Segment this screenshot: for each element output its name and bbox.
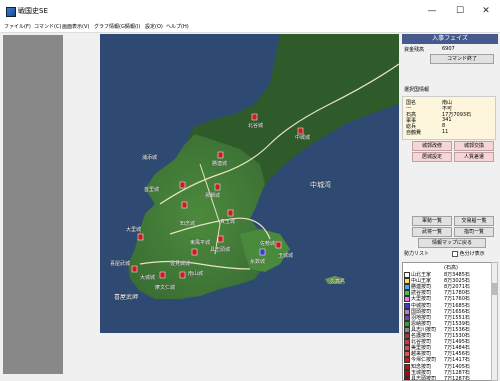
- faction-name: 具志頭按司: [411, 375, 437, 381]
- town-label[interactable]: 真玉城: [220, 218, 235, 225]
- town-label[interactable]: 佐敷城: [260, 240, 275, 247]
- town-label[interactable]: 勝連城: [212, 160, 227, 167]
- back-to-map-button[interactable]: 情報マップに戻る: [418, 238, 486, 248]
- info-header: 選択国情報: [404, 87, 430, 93]
- color-toggle[interactable]: 色分け表示: [452, 250, 485, 257]
- color-toggle-checkbox[interactable]: [452, 250, 458, 257]
- town-label[interactable]: 東風平城: [190, 239, 210, 246]
- map-terrain: [128, 34, 399, 299]
- menu-graph[interactable]: グラフ情報(G): [94, 23, 127, 30]
- set-residence-button[interactable]: 居城設定: [412, 152, 452, 162]
- sea-label: 中城湾: [310, 181, 331, 189]
- selected-country-info: 国名 南山 --- 不可 石高 17万7093石 軍事 341 総兵 8 自鶴費 11: [402, 96, 496, 140]
- list-title: 勢力リスト: [404, 251, 430, 257]
- minimize-button[interactable]: —: [420, 4, 444, 18]
- end-command-button[interactable]: コマンド終了: [430, 54, 494, 64]
- faction-row[interactable]: 山北王家 8万3485石: [404, 271, 489, 278]
- faction-row[interactable]: 中城按司 7万1685石: [404, 302, 489, 309]
- faction-row[interactable]: 今帰仁按司 7万1417石: [404, 356, 489, 364]
- faction-row[interactable]: 大里按司 7万1760石: [404, 295, 489, 303]
- menu-help[interactable]: ヘルプ(H): [166, 23, 189, 30]
- faction-list[interactable]: (石高) 山北王家 8万3485石 中山王家 8万3025石 勝連按司 8万2071石 読谷…: [402, 262, 492, 381]
- menu-settings[interactable]: 設定(O): [145, 23, 163, 30]
- faction-row[interactable]: 中山王家 8万3025石: [404, 277, 489, 285]
- scroll-thumb[interactable]: [492, 283, 497, 295]
- map-view[interactable]: 北谷城 中城城 勝連城 浦添城 首里城 那覇城 真玉城 大里城 知念城 東風平城…: [100, 34, 399, 333]
- castle-exchange-button[interactable]: 城郭交換: [454, 141, 494, 151]
- faction-row[interactable]: 勝連按司 8万2071石: [404, 283, 489, 291]
- town-label[interactable]: 喜屋武城: [110, 260, 130, 267]
- town-label[interactable]: 首里城: [144, 186, 159, 193]
- faction-value: 7万1287石: [444, 375, 470, 381]
- faction-row[interactable]: 北谷按司 7万1495石: [404, 338, 489, 346]
- general-list-button[interactable]: 武将一覧: [412, 227, 452, 237]
- castle-repair-button[interactable]: 城郭改修: [412, 141, 452, 151]
- faction-row[interactable]: 国頭按司 7万1656石: [404, 308, 489, 315]
- app-icon: [6, 7, 16, 17]
- island-label: 久高島: [330, 279, 346, 285]
- town-label[interactable]: 糸数城: [250, 258, 265, 265]
- faction-row[interactable]: 越来按司 7万1456石: [404, 350, 489, 358]
- town-label[interactable]: 玉城城: [278, 252, 293, 259]
- menu-file[interactable]: ファイル(F): [4, 23, 31, 30]
- menu-bar: ファイル(F) コマンド(C) 画面表示(V) グラフ情報(G) 情報(I) 設…: [0, 22, 500, 33]
- phase-title: 入事フェイズ: [402, 34, 498, 44]
- town-label[interactable]: 豊見城城: [170, 260, 190, 267]
- send-hostage-button[interactable]: 人質差遣: [454, 152, 494, 162]
- side-panel: 入事フェイズ 資金残高 6907 コマンド終了 選択国情報 国名 南山 --- 不可…: [402, 34, 498, 381]
- left-panel: [3, 35, 63, 374]
- town-label[interactable]: 具志頭城: [210, 246, 230, 253]
- funds-label: 資金残高: [404, 47, 425, 53]
- town-label[interactable]: 浦添城: [142, 154, 157, 161]
- commander-list-button[interactable]: 指司一覧: [454, 227, 494, 237]
- faction-list-scrollbar[interactable]: [491, 262, 498, 381]
- town-label[interactable]: 北谷城: [248, 122, 263, 129]
- funds-value: 6907: [442, 46, 455, 52]
- town-label[interactable]: 那覇城: [205, 192, 220, 199]
- town-label[interactable]: 摩文仁城: [155, 284, 175, 291]
- town-label[interactable]: 中城城: [295, 134, 310, 141]
- faction-row[interactable]: 名護按司 7万1530石: [404, 332, 489, 339]
- town-label[interactable]: 知念城: [180, 220, 195, 227]
- faction-row[interactable]: 恩納按司 7万1539石: [404, 320, 489, 327]
- faction-row[interactable]: 玉城按司 7万1287石: [404, 369, 489, 376]
- close-button[interactable]: ✕: [474, 4, 498, 18]
- faction-row[interactable]: 羽地按司 7万1551石: [404, 314, 489, 321]
- list-header-stat: (石高): [444, 265, 458, 271]
- faction-color-swatch: [404, 375, 410, 380]
- town-label[interactable]: 大城城: [140, 274, 155, 281]
- window-title: 戦国史SE: [18, 7, 48, 15]
- faction-row[interactable]: 知念按司 7万1405石: [404, 363, 489, 370]
- town-label[interactable]: 南山城: [188, 270, 203, 277]
- info-row: 自鶴費 11: [406, 129, 449, 136]
- title-bar: 戦国史SE — ☐ ✕: [0, 0, 500, 22]
- cape-label: 喜屋武岬: [114, 294, 139, 301]
- faction-row[interactable]: 具志川按司 7万1536石: [404, 326, 489, 333]
- menu-command[interactable]: コマンド(C): [34, 23, 61, 30]
- menu-info[interactable]: 情報(I): [125, 23, 140, 30]
- army-list-button[interactable]: 軍勢一覧: [412, 216, 452, 226]
- faction-row[interactable]: 具志頭按司 7万1287石: [404, 375, 489, 381]
- list-header: (石高): [404, 264, 489, 271]
- maximize-button[interactable]: ☐: [448, 4, 472, 18]
- faction-row[interactable]: 読谷按司 7万1780石: [404, 289, 489, 297]
- town-label[interactable]: 大里城: [126, 226, 141, 233]
- faction-row[interactable]: 美里按司 7万1484石: [404, 344, 489, 352]
- menu-view[interactable]: 画面表示(V): [62, 23, 89, 30]
- ship-list-button[interactable]: 交易船一覧: [454, 216, 494, 226]
- color-toggle-label: 色分け表示: [459, 251, 485, 257]
